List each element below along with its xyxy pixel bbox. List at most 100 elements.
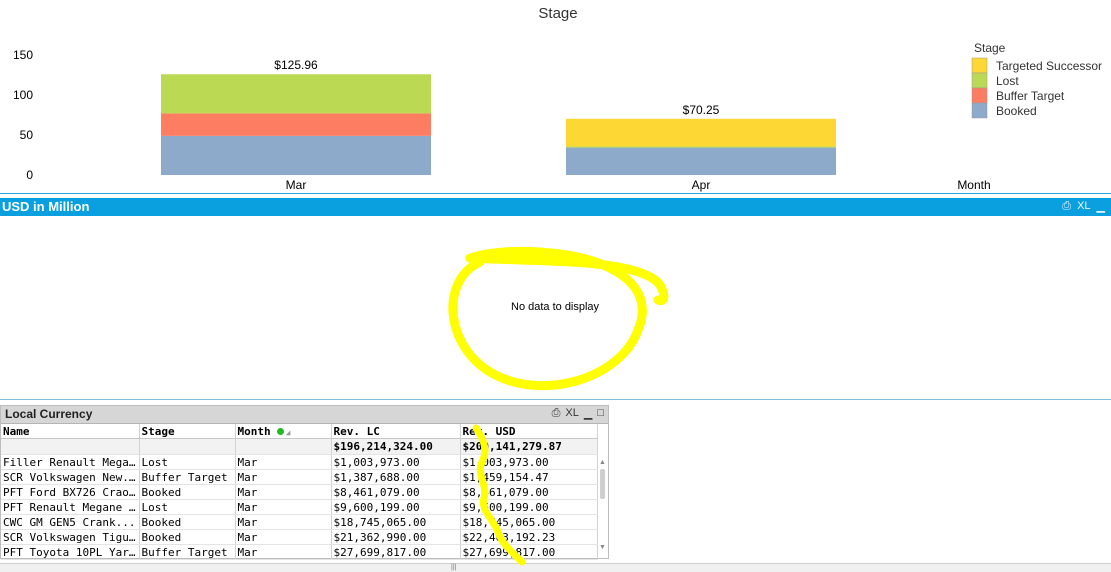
cell-name[interactable]: PFT Ford BX726 Crao...	[1, 484, 140, 500]
table-row[interactable]: CWC GM GEN5 Crank... Booked Mar $18,745,…	[1, 514, 598, 530]
totals-row: $196,214,324.00 $200,141,279.87	[1, 438, 598, 455]
excel-export-button[interactable]: XL	[565, 407, 578, 420]
print-icon[interactable]: ⎙	[1062, 200, 1071, 213]
usd-panel-title: USD in Million	[2, 199, 90, 214]
table-row[interactable]: SCR Volkswagen New... Buffer Target Mar …	[1, 469, 598, 485]
column-header-month[interactable]: Month ◢	[235, 424, 332, 439]
cell-name[interactable]: PFT Toyota 10PL Yaris...	[1, 544, 140, 560]
legend-swatch	[971, 72, 988, 89]
usd-panel-controls: ⎙ XL ▁	[1062, 200, 1105, 213]
local-currency-title: Local Currency	[5, 407, 93, 421]
cell-rev-lc: $21,362,990.00	[331, 529, 461, 545]
cell-rev-usd: $1,459,154.47	[460, 469, 598, 485]
totals-cell	[235, 438, 332, 455]
excel-export-button[interactable]: XL	[1077, 200, 1090, 213]
cell-month[interactable]: Mar	[235, 454, 332, 470]
cell-rev-usd: $18,745,065.00	[460, 514, 598, 530]
cell-stage[interactable]: Buffer Target	[139, 544, 236, 560]
scroll-thumb[interactable]	[600, 469, 605, 499]
cell-rev-usd: $22,463,192.23	[460, 529, 598, 545]
cell-rev-usd: $1,003,973.00	[460, 454, 598, 470]
total-rev-usd: $200,141,279.87	[460, 438, 598, 455]
bar-total-label: $125.96	[274, 58, 318, 72]
bar-segment-targeted-successor	[566, 118, 836, 147]
cell-rev-lc: $8,461,079.00	[331, 484, 461, 500]
minimize-icon[interactable]: ▁	[1097, 200, 1105, 213]
usd-panel-header[interactable]: USD in Million ⎙ XL ▁	[0, 198, 1111, 216]
local-currency-panel: Local Currency ⎙ XL ▁ □ Name Stage Month…	[0, 405, 609, 560]
bar-segment-lost	[566, 146, 836, 148]
cell-rev-usd: $9,600,199.00	[460, 499, 598, 515]
y-tick-label: 150	[13, 48, 33, 62]
usd-panel-divider	[0, 399, 1111, 400]
column-header-month-label: Month	[237, 424, 271, 438]
total-rev-lc: $196,214,324.00	[331, 438, 461, 455]
x-axis-title: Month	[957, 178, 990, 192]
y-tick-label: 0	[26, 168, 33, 182]
table-row[interactable]: Filler Renault Megane... Lost Mar $1,003…	[1, 454, 598, 470]
sort-arrow-icon[interactable]: ◢	[286, 428, 291, 437]
print-icon[interactable]: ⎙	[552, 407, 561, 420]
table-row[interactable]: SCR Volkswagen Tigu... Booked Mar $21,36…	[1, 529, 598, 545]
local-currency-header[interactable]: Local Currency ⎙ XL ▁ □	[1, 406, 608, 424]
cell-stage[interactable]: Buffer Target	[139, 469, 236, 485]
cell-month[interactable]: Mar	[235, 529, 332, 545]
legend-label: Buffer Target	[996, 89, 1065, 103]
cell-name[interactable]: SCR Volkswagen Tigu...	[1, 529, 140, 545]
table-row[interactable]: PFT Toyota 10PL Yaris... Buffer Target M…	[1, 544, 598, 560]
table-vertical-scrollbar[interactable]: ▲ ▼	[598, 458, 607, 556]
cell-stage[interactable]: Booked	[139, 514, 236, 530]
local-currency-controls: ⎙ XL ▁ □	[552, 407, 604, 420]
cell-stage[interactable]: Lost	[139, 499, 236, 515]
minimize-icon[interactable]: ▁	[584, 407, 592, 420]
scroll-down-icon[interactable]: ▼	[598, 543, 607, 552]
local-currency-table: Name Stage Month ◢ Rev. LC Rev. USD $196,…	[1, 424, 598, 560]
chart-title: Stage	[538, 5, 577, 22]
cell-month[interactable]: Mar	[235, 514, 332, 530]
cell-rev-usd: $8,461,079.00	[460, 484, 598, 500]
stage-chart: Stage 0 50 100 150 $125.96 Mar $70.25 Apr Month St…	[0, 0, 1111, 194]
cell-stage[interactable]: Booked	[139, 529, 236, 545]
legend-label: Lost	[996, 74, 1019, 88]
scroll-up-icon[interactable]: ▲	[598, 458, 607, 467]
legend-swatch	[971, 102, 988, 119]
x-tick-label: Apr	[692, 178, 711, 192]
no-data-message: No data to display	[511, 301, 600, 313]
cell-month[interactable]: Mar	[235, 469, 332, 485]
cell-rev-lc: $1,387,688.00	[331, 469, 461, 485]
cell-rev-lc: $27,699,817.00	[331, 544, 461, 560]
cell-name[interactable]: CWC GM GEN5 Crank...	[1, 514, 140, 530]
cell-rev-lc: $18,745,065.00	[331, 514, 461, 530]
selection-indicator-icon	[276, 428, 284, 435]
chart-divider	[0, 193, 1111, 194]
legend-swatch	[971, 87, 988, 104]
cell-stage[interactable]: Booked	[139, 484, 236, 500]
bar-segment-lost	[161, 74, 431, 114]
column-header-rev-usd[interactable]: Rev. USD	[460, 424, 598, 439]
cell-month[interactable]: Mar	[235, 544, 332, 560]
cell-name[interactable]: PFT Renault Megane ...	[1, 499, 140, 515]
column-header-stage[interactable]: Stage	[139, 424, 236, 439]
cell-rev-lc: $1,003,973.00	[331, 454, 461, 470]
maximize-icon[interactable]: □	[597, 407, 604, 420]
totals-cell	[1, 438, 140, 455]
cell-name[interactable]: SCR Volkswagen New...	[1, 469, 140, 485]
legend-label: Targeted Successor	[996, 59, 1102, 73]
bar-segment-booked	[161, 135, 431, 175]
cell-rev-usd: $27,699,817.00	[460, 544, 598, 560]
legend-swatch	[971, 57, 988, 74]
table-row[interactable]: PFT Renault Megane ... Lost Mar $9,600,1…	[1, 499, 598, 515]
y-tick-label: 50	[20, 128, 34, 142]
table-row[interactable]: PFT Ford BX726 Crao... Booked Mar $8,461…	[1, 484, 598, 500]
cell-month[interactable]: Mar	[235, 499, 332, 515]
bar-segment-buffer-target	[161, 113, 431, 136]
cell-name[interactable]: Filler Renault Megane...	[1, 454, 140, 470]
cell-stage[interactable]: Lost	[139, 454, 236, 470]
y-tick-label: 100	[13, 88, 33, 102]
cell-month[interactable]: Mar	[235, 484, 332, 500]
column-header-name[interactable]: Name	[1, 424, 140, 439]
bar-segment-booked	[566, 147, 836, 175]
scroll-grip-icon[interactable]: |||	[451, 564, 456, 571]
x-tick-label: Mar	[286, 178, 307, 192]
column-header-rev-lc[interactable]: Rev. LC	[331, 424, 461, 439]
